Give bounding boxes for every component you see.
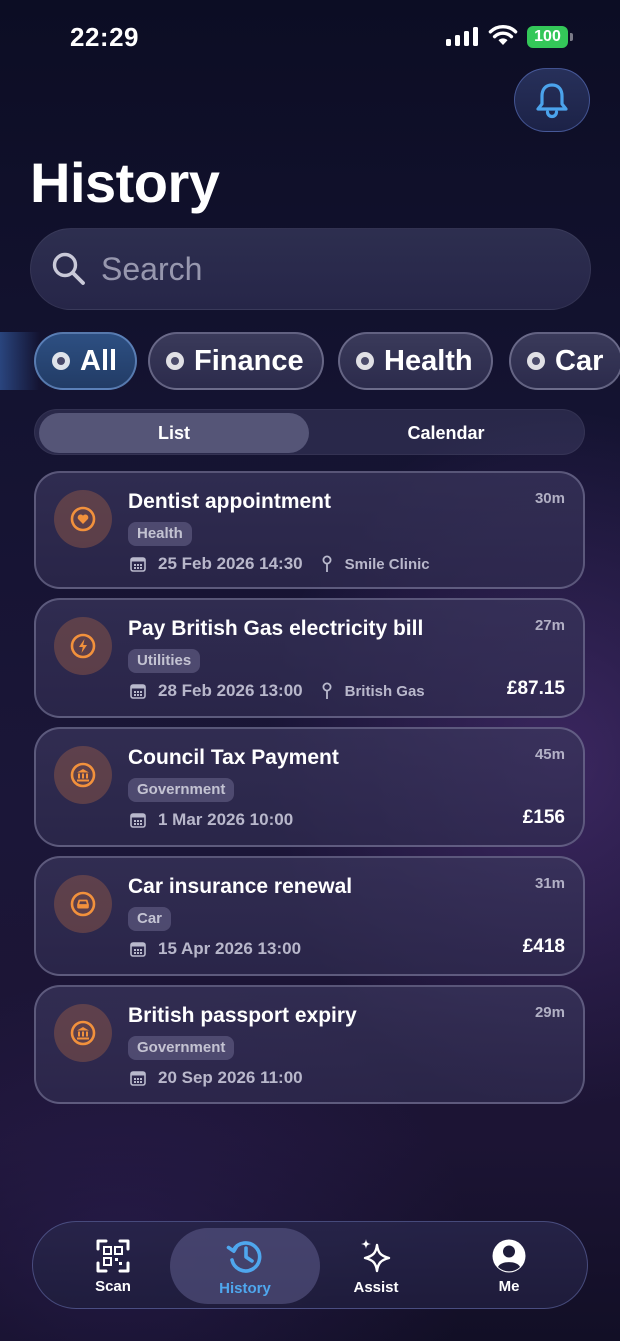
item-date: 28 Feb 2026 13:00 [158, 681, 303, 700]
history-icon [226, 1240, 262, 1273]
nav-label: Assist [353, 1278, 399, 1296]
item-location: Smile Clinic [344, 555, 430, 573]
chip-label: Health [384, 344, 473, 377]
item-title: Car insurance renewal [128, 875, 353, 898]
calendar-icon [130, 684, 146, 699]
lightning-icon [54, 617, 112, 675]
filter-chip-health[interactable]: Health [338, 332, 493, 390]
item-tag: Government [128, 778, 235, 802]
location-pin-icon [322, 682, 332, 699]
item-amount: £87.15 [506, 678, 565, 699]
history-item[interactable]: Council Tax Payment 45m Government 1 Mar… [34, 727, 585, 847]
status-time: 22:29 [70, 22, 139, 52]
battery-level: 100 [527, 26, 568, 48]
heart-icon [54, 490, 112, 548]
calendar-icon [130, 813, 146, 828]
calendar-icon [130, 557, 146, 572]
item-amount: £156 [522, 807, 565, 828]
item-date: 25 Feb 2026 14:30 [158, 554, 303, 573]
tab-calendar[interactable]: Calendar [311, 413, 581, 453]
item-tag: Health [128, 522, 192, 546]
history-item[interactable]: Pay British Gas electricity bill 27m Uti… [34, 598, 585, 718]
item-tag: Government [128, 1036, 235, 1060]
status-bar: 22:29 100 [0, 0, 620, 72]
view-toggle: List Calendar [34, 409, 585, 455]
calendar-icon [130, 1071, 146, 1086]
history-item[interactable]: British passport expiry 29m Government 2… [34, 985, 585, 1104]
page-title: History [30, 151, 220, 214]
nav-label: Scan [95, 1277, 131, 1295]
search-input[interactable] [101, 250, 541, 288]
item-title: Pay British Gas electricity bill [128, 617, 424, 640]
item-date: 1 Mar 2026 10:00 [158, 810, 294, 829]
filter-chip-car[interactable]: Car [509, 332, 620, 390]
pound-icon [166, 352, 184, 370]
item-tag: Utilities [128, 649, 201, 673]
filter-chips: All Finance Health Car [0, 330, 620, 392]
chip-icon [52, 352, 70, 370]
item-date: 15 Apr 2026 13:00 [158, 939, 302, 958]
notifications-button[interactable] [514, 68, 590, 132]
item-title: Council Tax Payment [128, 746, 339, 769]
chip-label: Finance [194, 344, 304, 377]
item-title: Dentist appointment [128, 490, 331, 513]
search-icon [52, 252, 85, 285]
item-duration: 31m [534, 875, 565, 892]
nav-label: Me [498, 1277, 520, 1295]
battery-icon: 100 [527, 26, 573, 48]
item-duration: 27m [534, 617, 565, 634]
bank-icon [54, 1004, 112, 1062]
bottom-nav: Scan History Assist Me [32, 1221, 588, 1309]
filter-chip-finance[interactable]: Finance [148, 332, 324, 390]
item-duration: 45m [534, 746, 565, 763]
search-bar[interactable] [30, 228, 591, 310]
nav-scan[interactable]: Scan [73, 1222, 153, 1310]
bank-icon [54, 746, 112, 804]
history-item[interactable]: Dentist appointment 30m Health 25 Feb 20… [34, 471, 585, 589]
calendar-icon [130, 942, 146, 957]
item-date: 20 Sep 2026 11:00 [158, 1068, 303, 1087]
item-title: British passport expiry [128, 1004, 357, 1027]
heart-icon [356, 352, 374, 370]
qr-scan-icon [96, 1239, 130, 1272]
item-location: British Gas [344, 682, 425, 700]
item-duration: 29m [534, 1004, 565, 1021]
car-icon [527, 352, 545, 370]
signal-icon [446, 27, 478, 46]
location-pin-icon [322, 555, 332, 572]
history-item[interactable]: Car insurance renewal 31m Car 15 Apr 202… [34, 856, 585, 976]
chip-label: All [80, 344, 118, 377]
wifi-icon [488, 24, 518, 45]
chip-label: Car [555, 344, 604, 377]
nav-me[interactable]: Me [469, 1222, 549, 1310]
nav-label: History [219, 1279, 271, 1297]
sparkles-icon [361, 1238, 391, 1272]
nav-history[interactable]: History [170, 1228, 320, 1304]
nav-assist[interactable]: Assist [336, 1222, 416, 1310]
person-icon [492, 1239, 526, 1272]
item-duration: 30m [534, 490, 565, 507]
filter-chip-all[interactable]: All [34, 332, 138, 390]
car-icon [54, 875, 112, 933]
tab-list[interactable]: List [39, 413, 309, 453]
item-tag: Car [128, 907, 172, 931]
item-amount: £418 [522, 936, 565, 957]
bell-icon [536, 83, 568, 119]
